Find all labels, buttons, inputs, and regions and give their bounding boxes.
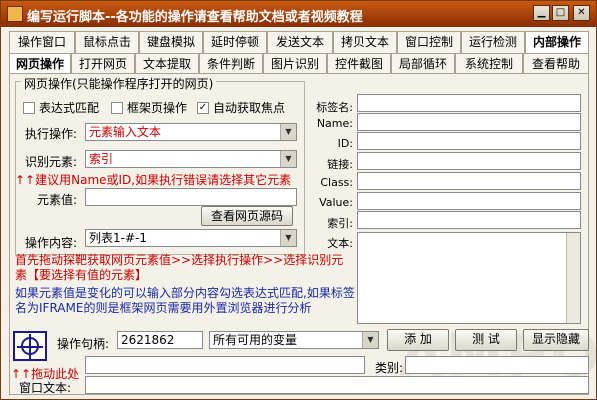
tab-send-text[interactable]: 发送文本 [267,31,333,53]
handle-input[interactable]: 2621862 [117,331,203,349]
tab-system-control[interactable]: 系统控制 [455,53,523,75]
hint-steps: 首先拖动探靶获取网页元素值>>选择执行操作>>选择识别元素【要选择有值的元素】 [15,253,344,282]
view-source-button[interactable]: 查看网页源码 [201,206,293,226]
hint-name-id: ↑↑建议用Name或ID,如果执行错误请选择其它元素 [15,173,292,187]
window-text-input[interactable] [85,376,589,394]
category-input[interactable] [405,356,589,374]
exec-op-select[interactable]: 元素输入文本 ▼ [85,123,297,141]
app-icon [7,6,23,22]
tab-copy-text[interactable]: 拷贝文本 [333,31,397,53]
window-text-label: 窗口文本: [19,381,72,395]
id-input[interactable] [357,132,581,150]
vars-select[interactable]: 所有可用的变量 ▼ [209,331,379,349]
window-title: 编写运行脚本--各功能的操作请查看帮助文档或者视频教程 [27,10,363,25]
frame-op-box[interactable] [111,101,123,114]
frame-op-label: 框架页操作 [127,101,188,115]
exec-op-label: 执行操作: [25,127,78,141]
tab-web-op[interactable]: 网页操作 [9,53,71,75]
chevron-down-icon[interactable]: ▼ [280,230,296,246]
identify-label: 识别元素: [25,155,78,169]
expr-match-box[interactable] [23,101,35,114]
class-label: Class: [320,176,353,189]
op-content-label: 操作内容: [25,236,78,250]
exec-op-value: 元素输入文本 [89,125,162,139]
identify-select[interactable]: 索引 ▼ [85,150,297,168]
value-label: Value: [319,196,353,209]
toggle-button[interactable]: 显示隐藏 [523,329,589,351]
expr-match-checkbox[interactable]: 表达式匹配 [23,99,99,116]
drag-input[interactable] [85,356,365,374]
tab-operate-window[interactable]: 操作窗口 [9,31,75,53]
handle-label: 操作句柄: [57,337,110,351]
add-button[interactable]: 添 加 [387,329,449,351]
tab-help[interactable]: 查看帮助 [523,53,589,75]
tab-run-check[interactable]: 运行检测 [461,31,525,53]
category-label: 类别: [375,361,404,375]
tab-row-2: 网页操作 打开网页 文本提取 条件判断 图片识别 控件截图 局部循环 系统控制 … [9,53,589,75]
op-content-select[interactable]: 列表1-#-1 ▼ [85,229,297,247]
test-button[interactable]: 测 试 [455,329,517,351]
scrollbar[interactable] [566,233,580,323]
link-input[interactable] [357,152,581,170]
auto-focus-label: 自动获取焦点 [213,101,286,115]
crosshair-icon[interactable] [13,331,47,361]
op-content-value: 列表1-#-1 [89,231,147,245]
tab-open-web[interactable]: 打开网页 [71,53,135,75]
tab-keyboard[interactable]: 键盘模拟 [139,31,203,53]
close-button[interactable]: ✕ [573,5,590,21]
chevron-down-icon[interactable]: ▼ [280,151,296,167]
auto-focus-box[interactable]: ✓ [197,101,209,114]
value-input[interactable] [357,192,581,210]
expr-match-label: 表达式匹配 [39,101,100,115]
tab-window-control[interactable]: 窗口控制 [397,31,461,53]
group-title: 网页操作(只能操作程序打开的网页) [21,75,217,92]
frame-op-checkbox[interactable]: 框架页操作 [111,99,187,116]
vars-value: 所有可用的变量 [213,333,298,347]
tab-image-recog[interactable]: 图片识别 [263,53,327,75]
auto-focus-checkbox[interactable]: ✓ 自动获取焦点 [197,99,285,116]
tab-internal-op[interactable]: 内部操作 [525,31,589,53]
id-label: ID: [337,137,353,150]
index-input[interactable] [357,211,581,229]
chevron-down-icon[interactable]: ▼ [280,124,296,140]
chevron-down-icon[interactable]: ▼ [362,332,378,348]
tab-control-capture[interactable]: 控件截图 [327,53,391,75]
tab-row-1: 操作窗口 鼠标点击 键盘模拟 延时停顿 发送文本 拷贝文本 窗口控制 运行检测 … [9,31,589,53]
tag-input[interactable] [357,94,581,112]
class-input[interactable] [357,172,581,190]
tab-mouse-click[interactable]: 鼠标点击 [75,31,139,53]
element-value-label: 元素值: [37,193,78,207]
text-area[interactable] [357,232,581,324]
tab-text-extract[interactable]: 文本提取 [135,53,199,75]
hint-expression: 如果元素值是变化的可以输入部分内容勾选表达式匹配,如果标签名为IFRAME的则是… [15,286,355,315]
name-label: Name: [316,117,353,130]
name-input[interactable] [357,113,581,131]
tag-label: 标签名: [316,101,353,114]
main-window: 编写运行脚本--各功能的操作请查看帮助文档或者视频教程 ▁ □ ✕ 操作窗口 鼠… [0,0,597,400]
identify-value: 索引 [89,152,114,166]
tab-delay[interactable]: 延时停顿 [203,31,267,53]
title-bar: 编写运行脚本--各功能的操作请查看帮助文档或者视频教程 ▁ □ ✕ [1,1,596,27]
element-value-input[interactable] [85,188,297,206]
tab-condition[interactable]: 条件判断 [199,53,263,75]
tab-local-loop[interactable]: 局部循环 [391,53,455,75]
minimize-button[interactable]: ▁ [533,5,550,21]
link-label: 链接: [327,158,353,171]
text-label: 文本: [327,237,353,250]
index-label: 索引: [327,217,353,230]
maximize-button[interactable]: □ [552,5,569,21]
